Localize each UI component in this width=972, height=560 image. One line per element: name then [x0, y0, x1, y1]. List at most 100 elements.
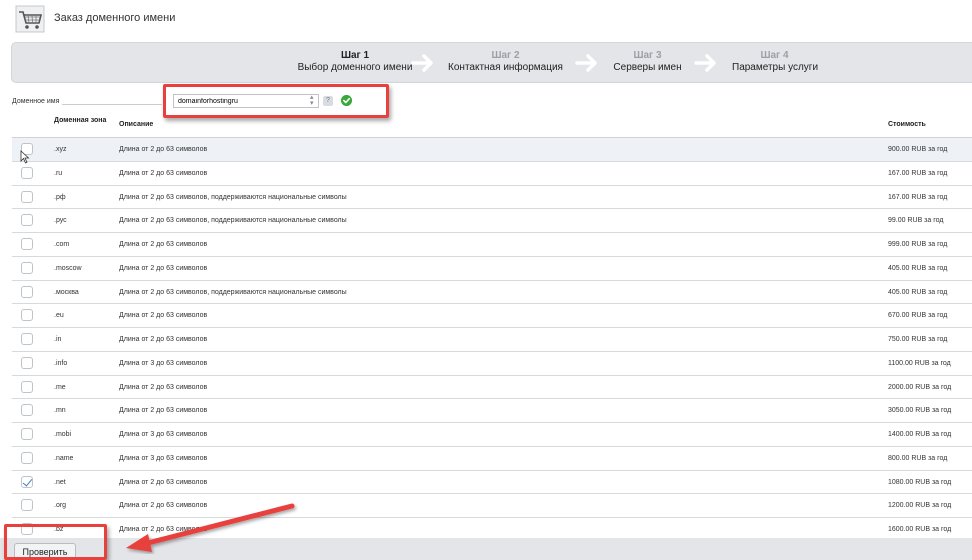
price-cell: 3050.00 RUB за год: [888, 407, 952, 415]
table-row[interactable]: .me Длина от 2 до 63 символов 2000.00 RUB …: [12, 376, 972, 400]
mouse-cursor-icon: [20, 150, 30, 164]
table-row[interactable]: .com Длина от 2 до 63 символов 999.00 RUB …: [12, 233, 972, 257]
annotation-highlight-box: [163, 84, 389, 118]
zone-cell: .in: [54, 336, 62, 343]
step-number: Шаг 4: [760, 50, 789, 61]
domain-name-label: Доменное имя: [12, 98, 60, 105]
price-cell: 999.00 RUB за год: [888, 241, 948, 248]
zone-cell: .name: [54, 454, 74, 462]
description-cell: Длина от 2 до 63 символов: [119, 336, 208, 343]
description-cell: Длина от 3 до 63 символов: [119, 431, 208, 438]
price-cell: 800.00 RUB за год: [888, 454, 948, 462]
description-cell: Длина от 2 до 63 символов: [119, 264, 208, 272]
table-row[interactable]: .mn Длина от 2 до 63 символов 3050.00 RUB …: [12, 399, 972, 423]
price-cell: 405.00 RUB за год: [888, 288, 948, 296]
zone-cell: .net: [54, 478, 66, 486]
description-cell: Длина от 3 до 63 символов: [119, 454, 208, 462]
label-leader-line: [62, 104, 162, 105]
description-cell: Длина от 2 до 63 символов, поддерживаютс…: [119, 193, 347, 201]
table-row[interactable]: .xyz Длина от 2 до 63 символов 900.00 RUB …: [12, 138, 972, 162]
zone-cell: .рф: [54, 193, 66, 201]
price-cell: 1600.00 RUB за год: [888, 526, 952, 533]
step-number: Шаг 1: [340, 50, 370, 61]
table-row[interactable]: .moscow Длина от 2 до 63 символов 405.00 R…: [12, 257, 972, 281]
select-checkbox[interactable]: [21, 451, 33, 464]
column-header-price: Стоимость: [888, 121, 926, 128]
select-checkbox[interactable]: [21, 333, 33, 345]
table-row[interactable]: .рф Длина от 2 до 63 символов, поддержива…: [12, 186, 972, 210]
table-row[interactable]: .name Длина от 3 до 63 символов 800.00 RUB…: [12, 447, 972, 471]
wizard-step-3[interactable]: Шаг 3 Серверы имен: [610, 50, 685, 74]
wizard-step-2[interactable]: Шаг 2 Контактная информация: [448, 50, 563, 74]
select-checkbox[interactable]: [21, 475, 33, 488]
price-cell: 1400.00 RUB за год: [888, 431, 952, 438]
zone-cell: .рус: [54, 217, 67, 225]
select-checkbox[interactable]: [21, 285, 33, 298]
select-checkbox[interactable]: [21, 261, 33, 274]
shopping-cart-icon: [15, 5, 45, 33]
table-row[interactable]: .москва Длина от 2 до 63 символов, поддер…: [12, 281, 972, 305]
step-label: Серверы имен: [613, 62, 682, 73]
arrow-right-icon: [411, 54, 433, 72]
select-checkbox[interactable]: [21, 428, 33, 440]
wizard-step-4[interactable]: Шаг 4 Параметры услуги: [732, 50, 819, 74]
zone-cell: .com: [54, 241, 70, 248]
column-header-zone: Доменная зона: [54, 117, 107, 124]
table-row[interactable]: .ru Длина от 2 до 63 символов 167.00 RUB з…: [12, 162, 972, 186]
price-cell: 167.00 RUB за год: [888, 169, 948, 177]
zone-cell: .me: [54, 383, 66, 391]
arrow-right-icon: [694, 54, 716, 72]
select-checkbox[interactable]: [21, 214, 33, 227]
table-row[interactable]: .рус Длина от 2 до 63 символов, поддержив…: [12, 209, 972, 233]
zone-cell: .info: [54, 359, 68, 367]
step-label: Контактная информация: [448, 62, 563, 73]
table-row[interactable]: .mobi Длина от 3 до 63 символов 1400.00 RU…: [12, 423, 972, 447]
description-cell: Длина от 2 до 63 символов, поддерживаютс…: [119, 217, 347, 225]
zone-cell: .xyz: [54, 146, 67, 153]
price-cell: 670.00 RUB за год: [888, 312, 948, 320]
step-number: Шаг 3: [633, 50, 662, 61]
table-row[interactable]: .in Длина от 2 до 63 символов 750.00 RUB з…: [12, 328, 972, 352]
annotation-highlight-box: [4, 524, 107, 560]
description-cell: Длина от 2 до 63 символов: [119, 312, 208, 320]
price-cell: 99.00 RUB за год: [888, 217, 944, 225]
column-header-description: Описание: [119, 121, 154, 128]
zone-cell: .org: [54, 502, 67, 510]
page-title: Заказ доменного имени: [54, 12, 176, 24]
price-cell: 1200.00 RUB за год: [888, 502, 952, 510]
price-cell: 1080.00 RUB за год: [888, 478, 952, 486]
select-checkbox[interactable]: [21, 190, 33, 203]
price-cell: 167.00 RUB за год: [888, 193, 948, 201]
wizard-steps-bar: Шаг 1 Выбор доменного имени Шаг 2 Контак…: [11, 42, 972, 83]
select-checkbox[interactable]: [21, 380, 33, 393]
price-cell: 405.00 RUB за год: [888, 264, 948, 272]
annotation-arrow-icon: [126, 503, 295, 552]
select-checkbox[interactable]: [21, 404, 33, 417]
description-cell: Длина от 2 до 63 символов: [119, 169, 208, 177]
select-checkbox[interactable]: [21, 356, 33, 369]
select-checkbox[interactable]: [21, 238, 33, 250]
zone-cell: .москва: [54, 288, 79, 296]
description-cell: Длина от 2 до 63 символов: [119, 407, 208, 415]
zone-cell: .moscow: [54, 264, 82, 272]
domain-zone-table: .xyz Длина от 2 до 63 символов 900.00 RUB …: [12, 138, 972, 542]
description-cell: Длина от 2 до 63 символов: [119, 241, 208, 248]
table-row[interactable]: .eu Длина от 2 до 63 символов 670.00 RUB з…: [12, 304, 972, 328]
description-cell: Длина от 3 до 63 символов: [119, 359, 208, 367]
description-cell: Длина от 2 до 63 символов, поддерживаютс…: [119, 288, 347, 296]
page-header: Заказ доменного имени: [0, 0, 972, 40]
zone-cell: .mn: [54, 407, 66, 415]
zone-cell: .mobi: [54, 431, 72, 438]
select-checkbox[interactable]: [21, 166, 33, 179]
price-cell: 2000.00 RUB за год: [888, 383, 952, 391]
step-label: Параметры услуги: [732, 62, 819, 73]
step-number: Шаг 2: [491, 50, 520, 61]
select-checkbox[interactable]: [21, 309, 33, 322]
table-row[interactable]: .net Длина от 2 до 63 символов 1080.00 RUB…: [12, 471, 972, 495]
arrow-right-icon: [575, 54, 597, 72]
price-cell: 900.00 RUB за год: [888, 146, 948, 153]
wizard-step-1[interactable]: Шаг 1 Выбор доменного имени: [290, 50, 420, 74]
select-checkbox[interactable]: [21, 499, 33, 512]
zone-cell: .eu: [54, 312, 64, 320]
table-row[interactable]: .info Длина от 3 до 63 символов 1100.00 RU…: [12, 352, 972, 376]
